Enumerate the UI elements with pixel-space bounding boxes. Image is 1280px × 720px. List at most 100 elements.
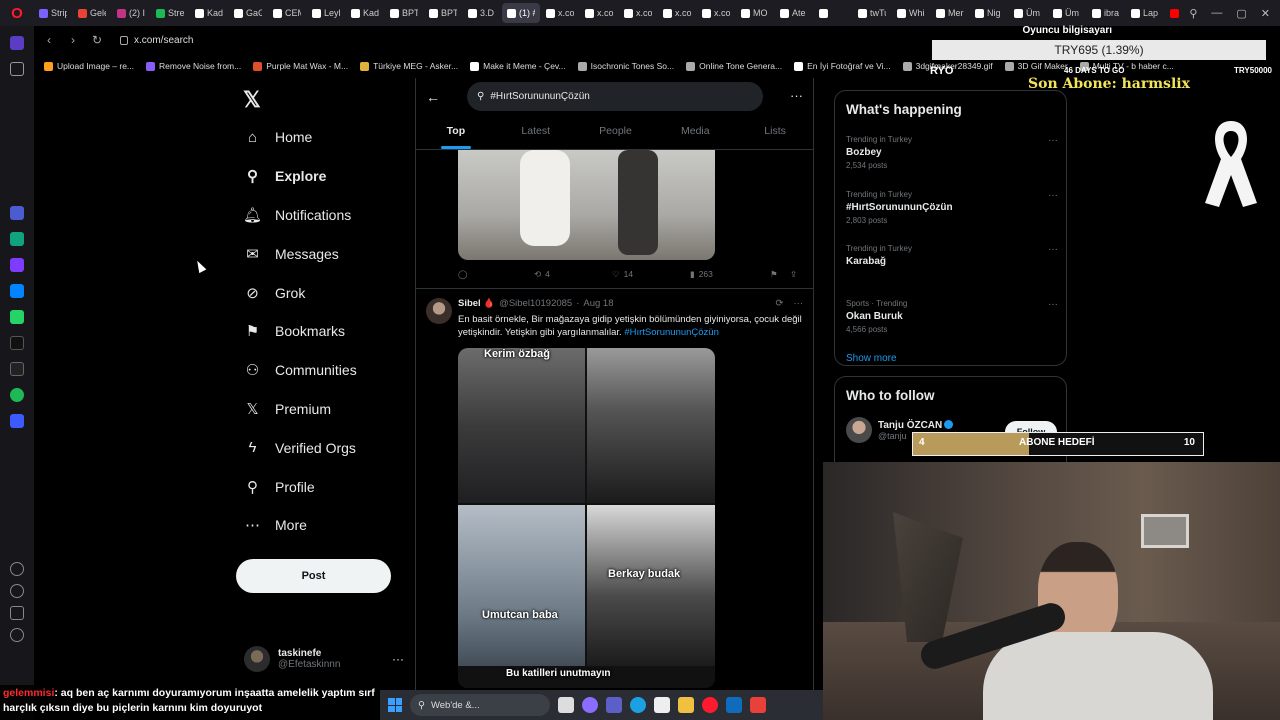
browser-tab[interactable]: MO bbox=[736, 3, 774, 23]
nav-item-explore[interactable]: ⚲ Explore bbox=[244, 157, 424, 196]
browser-tab[interactable]: Gele bbox=[73, 3, 111, 23]
tweet-author-name[interactable]: Sibel 🩸 bbox=[458, 298, 495, 309]
nav-item-verified-orgs[interactable]: ϟ Verified Orgs bbox=[244, 428, 424, 467]
maximize-icon[interactable]: ▢ bbox=[1236, 7, 1246, 20]
bookmark-item[interactable]: En İyi Fotoğraf ve Vi... bbox=[794, 61, 891, 71]
browser-tab[interactable]: Ate bbox=[775, 3, 813, 23]
bookmark-item[interactable]: Make it Meme - Çev... bbox=[470, 61, 566, 71]
nav-item-messages[interactable]: ✉ Messages bbox=[244, 234, 424, 273]
spotify-icon[interactable] bbox=[10, 388, 24, 402]
browser-tab[interactable]: Kad bbox=[190, 3, 228, 23]
browser-tab[interactable]: Nig bbox=[970, 3, 1008, 23]
browser-tab[interactable]: x.co bbox=[697, 3, 735, 23]
tweet-photo[interactable] bbox=[458, 348, 585, 503]
outlook-icon[interactable] bbox=[726, 697, 742, 713]
browser-tab[interactable]: Üm bbox=[1009, 3, 1047, 23]
nav-item-communities[interactable]: ⚇ Communities bbox=[244, 351, 424, 390]
browser-tab[interactable]: (2) I bbox=[112, 3, 150, 23]
opera-logo-icon[interactable]: O bbox=[0, 0, 34, 26]
tab-lists[interactable]: Lists bbox=[735, 114, 813, 149]
browser-tab[interactable]: Whi bbox=[892, 3, 930, 23]
star-icon[interactable] bbox=[10, 62, 24, 76]
browser-tab[interactable]: Strip bbox=[34, 3, 72, 23]
bookmark-button[interactable]: ⚑ bbox=[770, 269, 790, 280]
reload-icon[interactable]: ↻ bbox=[90, 33, 104, 47]
tweet-author-handle[interactable]: @Sibel10192085 bbox=[499, 298, 572, 309]
browser-tab[interactable]: Strea bbox=[151, 3, 189, 23]
repost-button[interactable]: ⟲ 4 bbox=[534, 269, 612, 280]
nav-item-profile[interactable]: ⚲ Profile bbox=[244, 467, 424, 506]
store-icon[interactable] bbox=[654, 697, 670, 713]
browser-tab[interactable]: Lap bbox=[1126, 3, 1164, 23]
close-icon[interactable]: ✕ bbox=[1261, 7, 1270, 20]
search-tabs-icon[interactable]: ⚲ bbox=[1189, 7, 1197, 20]
trend-more-icon[interactable]: ··· bbox=[1048, 190, 1058, 201]
browser-tab[interactable]: Kad bbox=[346, 3, 384, 23]
tab-latest[interactable]: Latest bbox=[496, 114, 576, 149]
tweet-avatar[interactable] bbox=[426, 298, 452, 324]
forward-icon[interactable]: › bbox=[66, 33, 80, 47]
nav-item-notifications[interactable]: 🔔︎ Notifications bbox=[243, 196, 424, 235]
bookmark-item[interactable]: Isochronic Tones So... bbox=[577, 61, 674, 71]
search-input[interactable]: ⚲ #HırtSorunununÇözün bbox=[467, 82, 763, 111]
browser-tab[interactable]: Mer bbox=[931, 3, 969, 23]
tiktok-icon[interactable] bbox=[10, 336, 24, 350]
bookmark-item[interactable]: Remove Noise from... bbox=[146, 61, 241, 71]
trend-item[interactable]: Trending in Turkey Karabağ ··· bbox=[846, 244, 1058, 270]
like-button[interactable]: ♡ 14 bbox=[612, 269, 690, 280]
tweet-photo[interactable] bbox=[458, 505, 585, 688]
browser-tab[interactable]: BPT bbox=[385, 3, 423, 23]
browser-tab[interactable]: twTu bbox=[853, 3, 891, 23]
bookmark-item[interactable]: Upload Image – re... bbox=[44, 61, 134, 71]
browser-tab[interactable]: GaGi bbox=[229, 3, 267, 23]
file-explorer-icon[interactable] bbox=[678, 697, 694, 713]
browser-tab[interactable]: x.co bbox=[619, 3, 657, 23]
tweet-photo[interactable] bbox=[587, 505, 715, 688]
previous-tweet-media[interactable] bbox=[458, 150, 715, 260]
trend-item[interactable]: Trending in Turkey #HırtSorunununÇözün 2,8… bbox=[846, 190, 1058, 225]
browser-tab[interactable]: x.co bbox=[658, 3, 696, 23]
nav-item-more[interactable]: ⋯ More bbox=[244, 506, 424, 545]
nav-item-grok[interactable]: ⊘ Grok bbox=[244, 273, 424, 312]
browser-tab[interactable]: (1) #Hırt bbox=[502, 3, 540, 23]
messenger-icon[interactable] bbox=[10, 284, 24, 298]
bookmark-item[interactable]: Türkiye MEG - Asker... bbox=[360, 61, 458, 71]
tweet-photo[interactable] bbox=[587, 348, 715, 503]
back-icon[interactable]: ‹ bbox=[42, 33, 56, 47]
views-button[interactable]: ▮ 263 bbox=[690, 269, 770, 280]
tweet-more-icon[interactable]: ··· bbox=[794, 298, 804, 309]
settings-icon[interactable] bbox=[10, 606, 24, 620]
post-button[interactable]: Post bbox=[236, 559, 391, 593]
tweet-media-grid[interactable]: Kerim özbağ Berkay budak Umutcan baba Bu… bbox=[458, 348, 715, 688]
nav-item-home[interactable]: ⌂ Home bbox=[244, 118, 424, 157]
trend-more-icon[interactable]: ··· bbox=[1048, 299, 1058, 310]
show-more-link[interactable]: Show more bbox=[846, 353, 897, 364]
app-icon[interactable] bbox=[750, 697, 766, 713]
task-view-icon[interactable] bbox=[558, 697, 574, 713]
history-icon[interactable] bbox=[10, 584, 24, 598]
browser-tab[interactable]: ibra bbox=[1087, 3, 1125, 23]
player-icon[interactable] bbox=[10, 414, 24, 428]
minimize-icon[interactable]: — bbox=[1211, 7, 1222, 20]
grok-icon[interactable]: ⟳ bbox=[776, 298, 784, 309]
cs-icon[interactable] bbox=[10, 258, 24, 272]
nav-item-premium[interactable]: 𝕏 Premium bbox=[244, 390, 424, 429]
taskbar-search[interactable]: ⚲ Web'de &... bbox=[410, 694, 550, 716]
browser-tab[interactable]: 3.D bbox=[463, 3, 501, 23]
browser-tab[interactable]: Leyl bbox=[307, 3, 345, 23]
browser-tab[interactable]: Üm bbox=[1048, 3, 1086, 23]
x-logo-icon[interactable]: 𝕏 bbox=[243, 87, 261, 113]
account-switcher[interactable]: taskinefe @Efetaskinnn ··· bbox=[244, 644, 404, 674]
x-icon[interactable] bbox=[10, 362, 24, 376]
tab-top[interactable]: Top bbox=[416, 114, 496, 149]
more-icon[interactable]: ··· bbox=[392, 652, 404, 666]
back-arrow-icon[interactable]: ← bbox=[426, 89, 440, 105]
trend-item[interactable]: Sports · Trending Okan Buruk 4,566 posts ··… bbox=[846, 299, 1058, 334]
tab-people[interactable]: People bbox=[576, 114, 656, 149]
trend-more-icon[interactable]: ··· bbox=[1048, 135, 1058, 146]
opera-taskbar-icon[interactable] bbox=[702, 697, 718, 713]
browser-tab[interactable]: CEM bbox=[268, 3, 306, 23]
reply-button[interactable]: ◯ bbox=[458, 269, 534, 280]
tab-media[interactable]: Media bbox=[655, 114, 735, 149]
whatsapp-icon[interactable] bbox=[10, 310, 24, 324]
